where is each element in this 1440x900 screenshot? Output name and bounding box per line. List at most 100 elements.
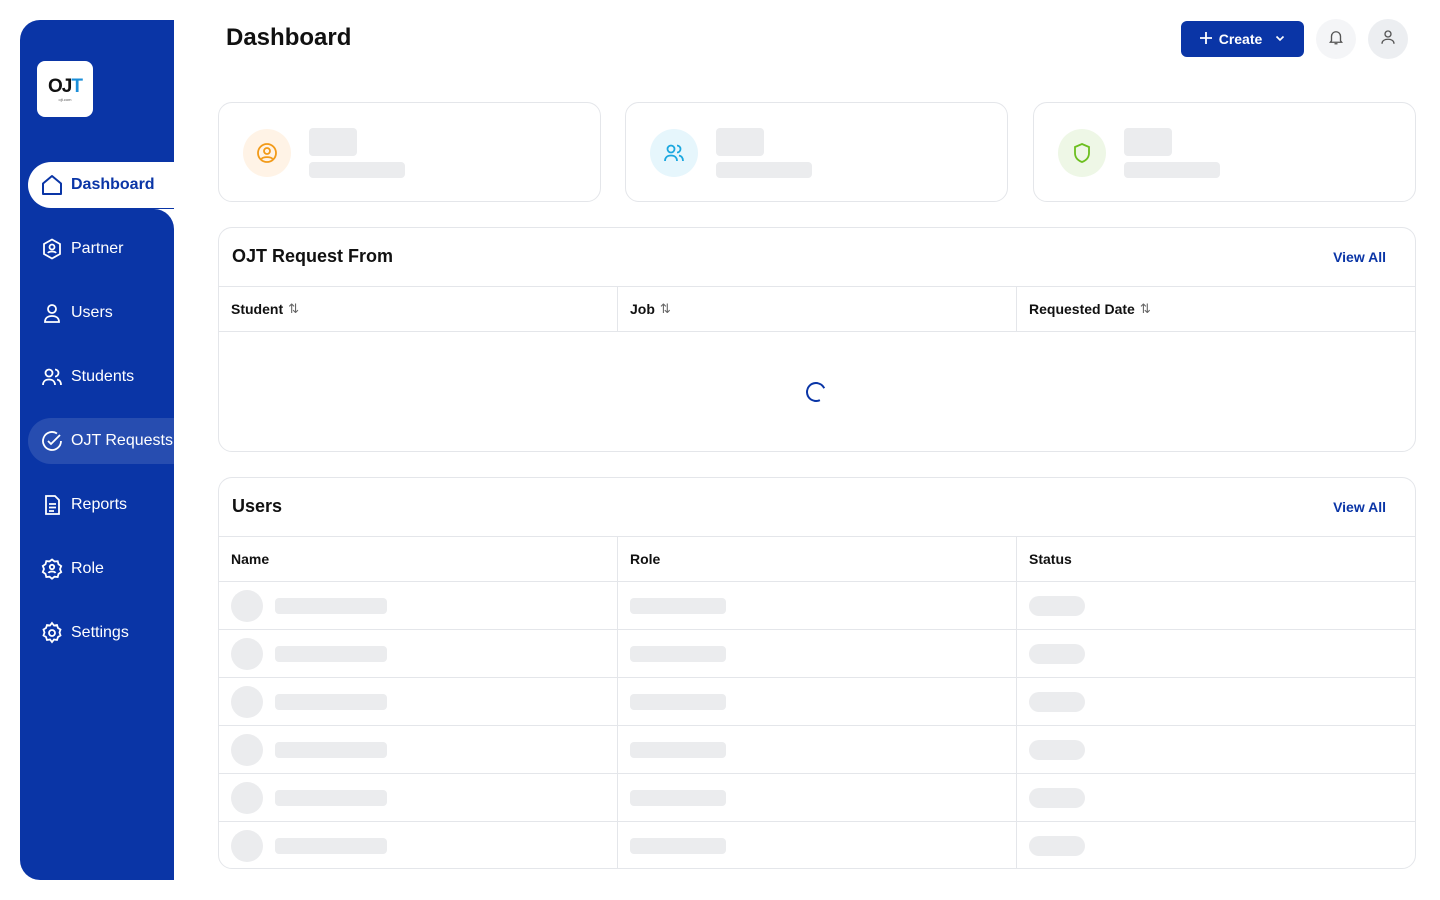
app-logo[interactable]: OJT ojt.com — [37, 61, 93, 117]
document-icon — [40, 493, 64, 517]
text-skeleton — [275, 646, 387, 662]
sidebar-item-label: Dashboard — [71, 176, 155, 193]
avatar-skeleton — [231, 830, 263, 862]
table-row-skeleton — [219, 774, 1415, 822]
sidebar-item-label: Partner — [71, 240, 124, 257]
text-skeleton — [630, 694, 726, 710]
column-header-requested-date[interactable]: Requested Date ⇅ — [1017, 287, 1415, 331]
text-skeleton — [630, 646, 726, 662]
sidebar-item-users[interactable]: Users — [28, 290, 174, 336]
sidebar-item-settings[interactable]: Settings — [28, 610, 174, 656]
table-header: Name Role Status — [219, 536, 1415, 582]
stat-value-skeleton — [1124, 128, 1172, 156]
view-all-link[interactable]: View All — [1333, 249, 1386, 265]
text-skeleton — [275, 694, 387, 710]
avatar-skeleton — [231, 782, 263, 814]
sidebar-item-label: Users — [71, 304, 113, 321]
badge-skeleton — [1029, 836, 1085, 856]
column-header-role[interactable]: Role — [618, 537, 1017, 581]
sidebar-item-label: Role — [71, 560, 104, 577]
text-skeleton — [275, 598, 387, 614]
stat-card-users[interactable] — [625, 102, 1008, 202]
users-panel: Users View All Name Role Status — [218, 477, 1416, 869]
shield-icon — [1058, 129, 1106, 177]
text-skeleton — [275, 742, 387, 758]
text-skeleton — [630, 790, 726, 806]
table-row-skeleton — [219, 678, 1415, 726]
page-title: Dashboard — [226, 24, 352, 51]
table-row-skeleton — [219, 630, 1415, 678]
text-skeleton — [275, 790, 387, 806]
column-header-status[interactable]: Status — [1017, 537, 1415, 581]
role-cell — [618, 822, 1017, 868]
table-row-skeleton — [219, 582, 1415, 630]
stat-card-partners[interactable] — [218, 102, 601, 202]
name-cell — [219, 822, 618, 868]
stat-value-skeleton — [309, 128, 357, 156]
sidebar-item-role[interactable]: Role — [28, 546, 174, 592]
status-cell — [1017, 582, 1415, 629]
table-row-skeleton — [219, 726, 1415, 774]
text-skeleton — [275, 838, 387, 854]
users-icon — [650, 129, 698, 177]
status-cell — [1017, 630, 1415, 677]
role-cell — [618, 630, 1017, 677]
gear-icon — [40, 621, 64, 645]
sort-icon[interactable]: ⇅ — [660, 301, 671, 317]
stat-card-roles[interactable] — [1033, 102, 1416, 202]
loading-spinner-icon — [803, 379, 829, 405]
ojt-requests-panel: OJT Request From View All Student ⇅ Job ⇅ … — [218, 227, 1416, 452]
chevron-down-icon — [1274, 31, 1286, 47]
check-circle-icon — [40, 429, 64, 453]
panel-title: Users — [232, 496, 283, 516]
view-all-link[interactable]: View All — [1333, 499, 1386, 515]
role-cell — [618, 678, 1017, 725]
sort-icon[interactable]: ⇅ — [1140, 301, 1151, 317]
column-header-job[interactable]: Job ⇅ — [618, 287, 1017, 331]
name-cell — [219, 726, 618, 773]
avatar-skeleton — [231, 590, 263, 622]
create-button[interactable]: Create — [1181, 21, 1304, 57]
role-cell — [618, 726, 1017, 773]
sidebar-item-students[interactable]: Students — [28, 354, 174, 400]
home-icon — [40, 173, 64, 197]
badge-skeleton — [1029, 740, 1085, 760]
column-header-name[interactable]: Name — [219, 537, 618, 581]
name-cell — [219, 774, 618, 821]
badge-skeleton — [1029, 692, 1085, 712]
avatar-skeleton — [231, 734, 263, 766]
create-button-label: Create — [1218, 31, 1263, 47]
avatar-skeleton — [231, 638, 263, 670]
profile-button[interactable] — [1368, 19, 1408, 59]
sidebar-item-partner[interactable]: Partner — [28, 226, 174, 272]
sidebar-item-ojt-requests[interactable]: OJT Requests — [28, 418, 174, 464]
avatar-skeleton — [231, 686, 263, 718]
badge-skeleton — [1029, 644, 1085, 664]
sidebar-item-reports[interactable]: Reports — [28, 482, 174, 528]
panel-title: OJT Request From — [232, 246, 394, 266]
name-cell — [219, 630, 618, 677]
name-cell — [219, 678, 618, 725]
text-skeleton — [630, 598, 726, 614]
table-header: Student ⇅ Job ⇅ Requested Date ⇅ — [219, 286, 1415, 332]
text-skeleton — [630, 838, 726, 854]
status-cell — [1017, 678, 1415, 725]
status-cell — [1017, 774, 1415, 821]
role-cell — [618, 582, 1017, 629]
sort-icon[interactable]: ⇅ — [288, 301, 299, 317]
bell-icon — [1327, 28, 1345, 51]
sidebar-item-dashboard[interactable]: Dashboard — [28, 162, 194, 208]
table-row-skeleton — [219, 822, 1415, 868]
name-cell — [219, 582, 618, 629]
role-cell — [618, 774, 1017, 821]
column-header-student[interactable]: Student ⇅ — [219, 287, 618, 331]
notifications-button[interactable] — [1316, 19, 1356, 59]
partner-icon — [40, 237, 64, 261]
plus-icon — [1199, 31, 1213, 48]
users-icon — [40, 365, 64, 389]
badge-skeleton — [1029, 788, 1085, 808]
stat-label-skeleton — [309, 162, 405, 178]
user-circle-icon — [243, 129, 291, 177]
sidebar-item-label: Settings — [71, 624, 129, 641]
sidebar-item-label: OJT Requests — [71, 432, 173, 449]
